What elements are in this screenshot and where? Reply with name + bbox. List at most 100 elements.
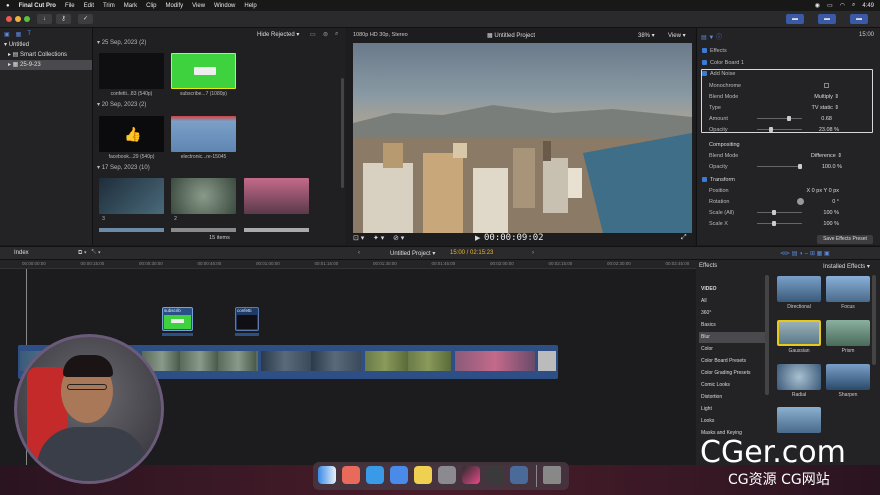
- menu-modify[interactable]: Modify: [165, 3, 183, 9]
- clip-thumbnail[interactable]: [244, 178, 309, 214]
- clip-thumbnail[interactable]: [142, 351, 258, 371]
- effects-category-distortion[interactable]: Distortion: [699, 392, 765, 403]
- titles-icon[interactable]: T: [27, 31, 31, 37]
- sidebar-item-library[interactable]: ▾ Untitled: [0, 40, 92, 50]
- composite-blend-select[interactable]: Difference ⇕: [797, 153, 842, 159]
- categories-scrollbar[interactable]: [765, 275, 769, 395]
- final-cut-pro-icon[interactable]: [462, 466, 480, 484]
- date-group-header[interactable]: ▾ 20 Sep, 2023 (2): [97, 101, 146, 108]
- minimize-button[interactable]: [15, 16, 21, 22]
- scale-value[interactable]: 100 %: [807, 210, 839, 216]
- clip-thumbnail[interactable]: [171, 178, 236, 214]
- type-select[interactable]: TV static ⇕: [797, 105, 839, 111]
- compositing-header[interactable]: Compositing: [709, 142, 740, 148]
- forward-arrow-icon[interactable]: ›: [532, 250, 534, 256]
- timeline-ruler[interactable]: 00:00:00:00 00:00:15:00 00:00:30:00 00:00:4…: [0, 260, 696, 269]
- effects-category-blur[interactable]: Blur: [699, 332, 765, 343]
- effects-category-comic-looks[interactable]: Comic Looks: [699, 380, 765, 391]
- video-frame[interactable]: [353, 43, 692, 233]
- section-color-board[interactable]: Color Board 1: [702, 60, 744, 66]
- rotation-value[interactable]: 0 °: [812, 199, 839, 205]
- clip-thumbnail-partial[interactable]: [244, 228, 309, 232]
- position-value[interactable]: X 0 px Y 0 px: [759, 188, 839, 194]
- import-button[interactable]: ↓: [37, 14, 52, 24]
- slider-handle[interactable]: [772, 221, 776, 226]
- slider-handle[interactable]: [772, 210, 776, 215]
- fullscreen-icon[interactable]: ⤢: [681, 234, 687, 242]
- mail-icon[interactable]: [390, 466, 408, 484]
- effect-thumbnail-focus[interactable]: [826, 276, 870, 302]
- layout-timeline-button[interactable]: ▬: [818, 14, 836, 24]
- menu-clip[interactable]: Clip: [146, 3, 156, 9]
- composite-opacity-slider[interactable]: [757, 164, 802, 169]
- effect-thumbnail-sharpen[interactable]: [826, 364, 870, 390]
- section-add-noise[interactable]: Add Noise: [702, 71, 735, 77]
- zoom-dropdown[interactable]: 38% ▾: [638, 32, 655, 39]
- effect-thumbnail-radial[interactable]: [777, 364, 821, 390]
- preview-icon[interactable]: [510, 466, 528, 484]
- clip-thumbnail[interactable]: [538, 351, 556, 371]
- launchpad-icon[interactable]: [342, 466, 360, 484]
- play-button[interactable]: ▶: [475, 234, 480, 242]
- layout-browser-button[interactable]: ▬: [786, 14, 804, 24]
- keywords-button[interactable]: ⚷: [56, 14, 71, 24]
- clip-thumbnail[interactable]: [171, 116, 236, 152]
- safari-icon[interactable]: [366, 466, 384, 484]
- effect-thumbnail-directional[interactable]: [777, 276, 821, 302]
- clip-thumbnail-partial[interactable]: [99, 228, 164, 232]
- sidebar-item-smart-collections[interactable]: ▸ ▤ Smart Collections: [0, 50, 92, 60]
- effects-category-color[interactable]: Color: [699, 344, 765, 355]
- finder-icon[interactable]: [318, 466, 336, 484]
- clip-thumbnail[interactable]: [99, 178, 164, 214]
- monochrome-checkbox[interactable]: [824, 83, 829, 88]
- effect-thumbnail[interactable]: [777, 407, 821, 433]
- compressor-icon[interactable]: [486, 466, 504, 484]
- menu-mark[interactable]: Mark: [124, 3, 137, 9]
- opacity-slider[interactable]: [757, 127, 802, 132]
- menu-file[interactable]: File: [65, 3, 75, 9]
- effects-category-basics[interactable]: Basics: [699, 320, 765, 331]
- amount-slider[interactable]: [757, 116, 802, 121]
- wifi-icon[interactable]: ◠: [840, 2, 845, 9]
- checkbox-icon[interactable]: [702, 71, 707, 77]
- browser-scrollbar[interactable]: [341, 78, 344, 188]
- section-effects[interactable]: Effects: [702, 48, 727, 54]
- timeline-controls[interactable]: ⊲⊳ ▤ ◑ ⌢ ⊞ ▦ ▣: [780, 250, 830, 258]
- effects-category-360-[interactable]: 360°: [699, 308, 765, 319]
- effects-category-light[interactable]: Light: [699, 404, 765, 415]
- scale-slider[interactable]: [757, 210, 802, 215]
- transform-tool-dropdown[interactable]: ⊡ ▾: [353, 234, 364, 242]
- search-icon[interactable]: ⌕: [335, 31, 338, 38]
- filter-dropdown[interactable]: Hide Rejected ▾: [257, 31, 299, 38]
- sidebar-item-event[interactable]: ▸ ▦ 25-9-23: [0, 60, 92, 70]
- inspector-tabs[interactable]: ▤ ▼ ⓘ: [701, 32, 722, 41]
- timecode-display[interactable]: 00:00:09:02: [484, 233, 544, 243]
- opacity-value[interactable]: 23.08 %: [807, 127, 839, 133]
- layout-inspector-button[interactable]: ▬: [850, 14, 868, 24]
- effects-category-all[interactable]: All: [699, 296, 765, 307]
- composite-opacity-value[interactable]: 100.0 %: [807, 164, 842, 170]
- menu-edit[interactable]: Edit: [84, 3, 94, 9]
- effects-scrollbar[interactable]: [872, 275, 876, 365]
- checkbox-icon[interactable]: [702, 48, 707, 54]
- menu-trim[interactable]: Trim: [103, 3, 115, 9]
- settings-icon[interactable]: [438, 466, 456, 484]
- timeline-project-dropdown[interactable]: Untitled Project ▾: [390, 250, 435, 257]
- view-dropdown[interactable]: View ▾: [668, 32, 686, 39]
- slider-handle[interactable]: [798, 164, 802, 169]
- effects-category-video[interactable]: VIDEO: [699, 284, 765, 295]
- scale-x-slider[interactable]: [757, 221, 802, 226]
- slider-handle[interactable]: [769, 127, 773, 132]
- effects-category-looks[interactable]: Looks: [699, 416, 765, 427]
- effects-category-color-grading-presets[interactable]: Color Grading Presets: [699, 368, 765, 379]
- menu-view[interactable]: View: [192, 3, 205, 9]
- enhance-dropdown[interactable]: ✦ ▾: [373, 234, 384, 242]
- back-arrow-icon[interactable]: ‹: [358, 250, 360, 256]
- rotation-dial[interactable]: [797, 198, 804, 205]
- audio-skimming-icon[interactable]: ⊜: [323, 31, 328, 38]
- installed-effects-dropdown[interactable]: Installed Effects ▾: [823, 263, 870, 270]
- apple-icon[interactable]: ●: [6, 3, 10, 9]
- clip-thumbnail-selected[interactable]: [171, 53, 236, 89]
- amount-value[interactable]: 0.68: [807, 116, 832, 122]
- index-button[interactable]: Index: [14, 250, 29, 256]
